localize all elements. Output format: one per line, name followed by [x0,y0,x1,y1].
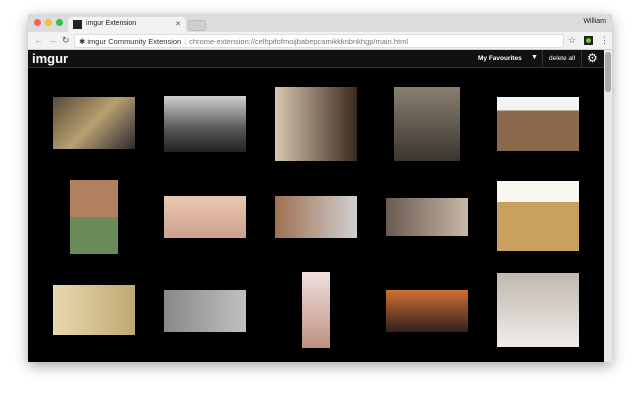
gallery-image[interactable] [275,196,357,238]
title-bar: imgur Extension ✕ William [28,14,612,32]
close-tab-icon[interactable]: ✕ [175,20,181,28]
browser-tab[interactable]: imgur Extension ✕ [68,17,186,32]
chevron-down-icon[interactable]: ▼ [531,54,538,61]
gallery-image[interactable] [53,97,135,149]
extension-puzzle-icon: ✱ [79,37,86,46]
maximize-window-button[interactable] [56,19,63,26]
gallery-image[interactable] [70,180,118,254]
gallery-image[interactable] [497,273,579,347]
gallery-image[interactable] [53,285,135,335]
app-header: imgur My Favourites ▼ delete all ⚙ [28,50,604,68]
toolbar: ← → ↻ ✱ imgur Community Extension | chrome… [28,32,612,50]
extension-icon[interactable] [584,36,593,45]
url-text: chrome-extension://celhpifofmoijbabepcam… [189,37,408,46]
close-window-button[interactable] [34,19,41,26]
gallery-image[interactable] [394,87,460,161]
gallery-image[interactable] [302,272,330,348]
back-icon[interactable]: ← [34,35,43,45]
gallery-image[interactable] [164,290,246,332]
bookmark-star-icon[interactable]: ☆ [568,35,576,46]
tab-title: imgur Extension [86,20,137,27]
address-bar[interactable]: ✱ imgur Community Extension | chrome-exten… [74,34,564,48]
gallery-image[interactable] [386,290,468,332]
scrollbar[interactable] [604,50,612,362]
album-select[interactable]: My Favourites [478,55,522,62]
reload-icon[interactable]: ↻ [62,35,70,46]
browser-window: imgur Extension ✕ William ← → ↻ ✱ imgur … [28,14,612,362]
site-name: imgur Community Extension [87,37,182,46]
gear-icon[interactable]: ⚙ [587,51,598,65]
gallery-image[interactable] [164,196,246,238]
forward-icon[interactable]: → [48,35,57,45]
gallery-image[interactable] [386,198,468,236]
new-tab-button[interactable] [188,20,206,31]
more-menu-icon[interactable]: ⋮ [600,35,609,46]
gallery-image[interactable] [497,97,579,151]
profile-name[interactable]: William [583,18,606,25]
imgur-favicon-icon [73,20,82,29]
delete-all-button[interactable]: delete all [542,50,583,68]
imgur-logo[interactable]: imgur [32,51,68,66]
minimize-window-button[interactable] [45,19,52,26]
gallery-image[interactable] [164,96,246,152]
gallery-image[interactable] [275,87,357,161]
gallery-image[interactable] [497,181,579,251]
